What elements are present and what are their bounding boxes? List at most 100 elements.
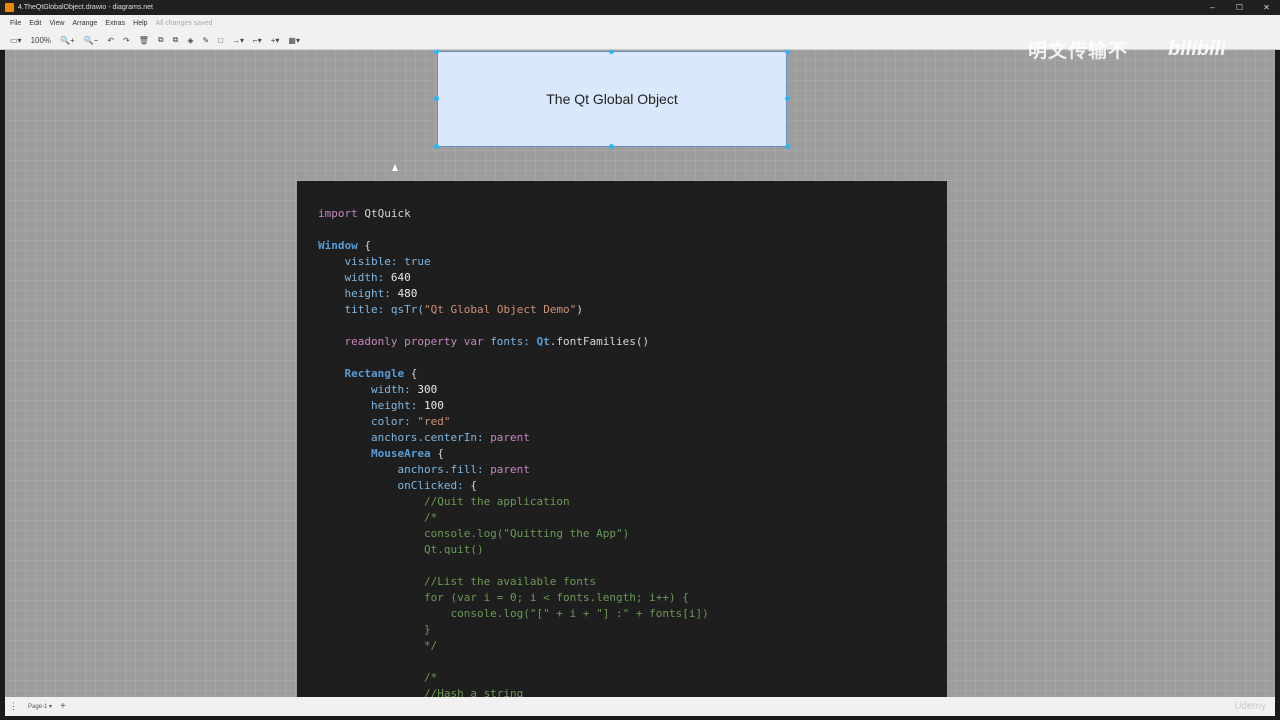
- code-line: anchors.fill: parent: [318, 462, 947, 478]
- fill-color-icon[interactable]: ◈: [187, 36, 193, 45]
- code-token: parent: [490, 463, 530, 476]
- code-token: fonts:: [490, 335, 537, 348]
- watermark-text: 明文传输不: [1028, 41, 1129, 62]
- code-token: {: [430, 447, 444, 460]
- shape-label: The Qt Global Object: [546, 91, 678, 107]
- connection-icon[interactable]: →▾: [232, 36, 244, 45]
- menu-help[interactable]: Help: [133, 20, 147, 27]
- code-token: .fontFamilies(): [549, 335, 650, 348]
- code-line: visible: true: [318, 254, 947, 270]
- maximize-button[interactable]: ☐: [1226, 0, 1253, 15]
- waypoints-icon[interactable]: ⌐▾: [253, 36, 262, 45]
- code-token: qsTr(: [390, 303, 424, 316]
- resize-handle[interactable]: [785, 50, 790, 54]
- code-token: color:: [318, 415, 418, 428]
- code-token: {: [357, 239, 371, 252]
- code-line: */: [318, 638, 947, 654]
- diagram-canvas[interactable]: The Qt Global Object import QtQuick Windo…: [5, 50, 1275, 697]
- menu-file[interactable]: File: [10, 20, 21, 27]
- code-token: "Qt Global Object Demo": [423, 303, 577, 316]
- code-token: 640: [390, 271, 411, 284]
- menu-edit[interactable]: Edit: [29, 20, 41, 27]
- page-menu-icon[interactable]: ⋮: [9, 701, 18, 712]
- code-token: for (var i = 0; i < fonts.length; i++) {: [318, 591, 689, 604]
- mouse-cursor: [392, 164, 398, 171]
- code-block[interactable]: import QtQuick Window { visible: true wid…: [297, 181, 947, 697]
- code-token: true: [404, 255, 431, 268]
- code-line: width: 640: [318, 270, 947, 286]
- code-line: height: 100: [318, 398, 947, 414]
- code-line: Rectangle {: [318, 366, 947, 382]
- code-token: 100: [423, 399, 444, 412]
- minimize-button[interactable]: –: [1199, 0, 1226, 15]
- code-line: MouseArea {: [318, 446, 947, 462]
- code-line: console.log("Quitting the App"): [318, 526, 947, 542]
- code-token: width:: [318, 383, 418, 396]
- to-back-icon[interactable]: ⧉: [173, 35, 179, 45]
- code-token: /*: [318, 511, 438, 524]
- delete-icon[interactable]: 🗑: [139, 36, 149, 45]
- code-token: 300: [417, 383, 438, 396]
- zoom-out-icon[interactable]: 🔍−: [84, 36, 99, 45]
- code-token: parent: [490, 431, 530, 444]
- line-color-icon[interactable]: ✎: [202, 36, 209, 45]
- drawio-app-icon: [5, 3, 14, 12]
- menu-extras[interactable]: Extras: [105, 20, 125, 27]
- page-tab[interactable]: Page-1 ▾: [28, 703, 52, 710]
- diagram-title-shape[interactable]: The Qt Global Object: [437, 51, 787, 147]
- code-line: title: qsTr("Qt Global Object Demo"): [318, 302, 947, 318]
- code-token: readonly property var: [318, 335, 491, 348]
- zoom-in-icon[interactable]: 🔍+: [60, 36, 75, 45]
- code-token: anchors.centerIn:: [318, 431, 491, 444]
- add-page-button[interactable]: +: [60, 701, 66, 712]
- code-line: }: [318, 622, 947, 638]
- code-line: onClicked: {: [318, 478, 947, 494]
- insert-icon[interactable]: +▾: [271, 36, 280, 45]
- code-line: anchors.centerIn: parent: [318, 430, 947, 446]
- undo-icon[interactable]: ↶: [107, 36, 114, 45]
- code-line: height: 480: [318, 286, 947, 302]
- zoom-select[interactable]: 100%: [31, 36, 51, 45]
- page-bar: ⋮ Page-1 ▾ +: [5, 697, 1275, 716]
- code-token: Qt.quit(): [318, 543, 484, 556]
- redo-icon[interactable]: ↷: [123, 36, 130, 45]
- resize-handle[interactable]: [434, 144, 439, 149]
- code-token: visible:: [318, 255, 405, 268]
- menu-view[interactable]: View: [49, 20, 64, 27]
- table-icon[interactable]: ▦▾: [288, 36, 300, 45]
- code-token: /*: [318, 671, 438, 684]
- code-token: //Hash a string: [318, 687, 524, 697]
- code-token: //Quit the application: [318, 495, 570, 508]
- code-line: width: 300: [318, 382, 947, 398]
- code-token: {: [470, 479, 477, 492]
- resize-handle[interactable]: [785, 144, 790, 149]
- resize-handle[interactable]: [609, 144, 614, 149]
- code-token: onClicked:: [318, 479, 471, 492]
- resize-handle[interactable]: [785, 96, 790, 101]
- save-status: All changes saved: [155, 19, 213, 27]
- bilibili-logo: bilibili: [1168, 38, 1226, 60]
- code-token: MouseArea: [370, 447, 431, 460]
- close-button[interactable]: ✕: [1253, 0, 1280, 15]
- to-front-icon[interactable]: ⧉: [158, 35, 164, 45]
- code-token: //List the available fonts: [318, 575, 597, 588]
- resize-handle[interactable]: [434, 96, 439, 101]
- shadow-icon[interactable]: □: [218, 36, 223, 45]
- window-title: 4.TheQtGlobalObject.drawio - diagrams.ne…: [18, 4, 154, 11]
- view-format-button[interactable]: ▭▾: [10, 36, 22, 45]
- code-line: Window {: [318, 238, 947, 254]
- code-line: color: "red": [318, 414, 947, 430]
- code-token: height:: [318, 399, 424, 412]
- code-token: height:: [318, 287, 398, 300]
- udemy-watermark: Udemy: [1234, 701, 1266, 712]
- menu-bar: File Edit View Arrange Extras Help All c…: [0, 15, 1280, 31]
- code-token: */: [318, 639, 438, 652]
- code-line: //Quit the application: [318, 494, 947, 510]
- code-line: readonly property var fonts: Qt.fontFami…: [318, 334, 947, 350]
- menu-arrange[interactable]: Arrange: [72, 20, 97, 27]
